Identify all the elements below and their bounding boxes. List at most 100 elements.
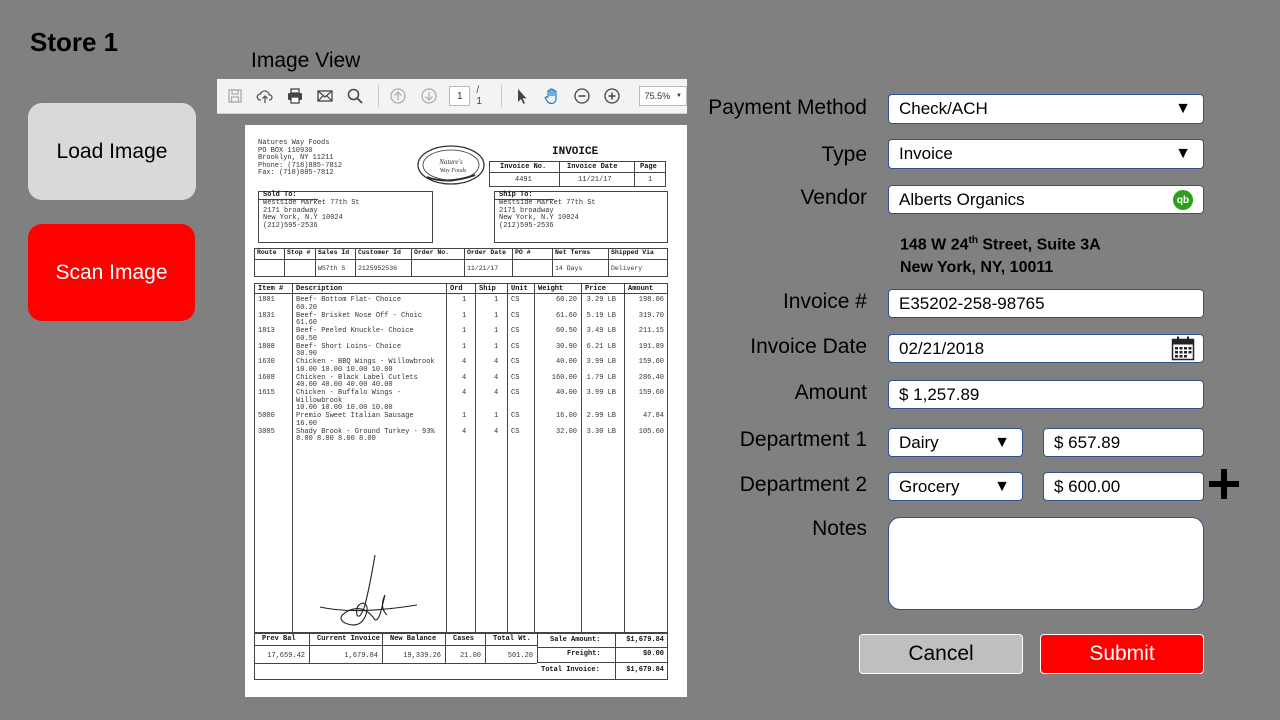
- item-weight: 40.00: [555, 389, 577, 397]
- store-title: Store 1: [30, 27, 119, 57]
- invoice-date-field[interactable]: 02/21/2018: [888, 334, 1204, 363]
- type-label: Type: [821, 143, 867, 166]
- search-icon[interactable]: [346, 86, 365, 106]
- vendor-field[interactable]: Alberts Organics qb: [888, 185, 1204, 214]
- svg-text:Way Foods: Way Foods: [440, 168, 467, 174]
- item-ord: 1: [462, 342, 467, 351]
- add-department-icon[interactable]: [1207, 467, 1241, 501]
- item-price: 5.19 LB: [586, 311, 616, 320]
- invoice-date-value: 11/21/17: [578, 176, 612, 184]
- notes-textarea[interactable]: [888, 517, 1204, 610]
- item-description: 8.00 8.00 8.00 8.00: [296, 435, 376, 444]
- department-2-amount-field[interactable]: $ 600.00: [1043, 472, 1204, 501]
- payment-method-select[interactable]: Check/ACH ▼: [888, 94, 1204, 124]
- item-description: 10.00 10.00 10.00 10.00: [296, 404, 393, 413]
- table-divider: [309, 633, 310, 663]
- invoice-number-field[interactable]: E35202-258-98765: [888, 289, 1204, 318]
- vendor-label: Vendor: [800, 186, 867, 209]
- item-ord: 4: [462, 427, 467, 436]
- total-invoice-label: Total Invoice:: [541, 666, 600, 674]
- item-description: 30.90: [296, 350, 318, 359]
- chevron-down-icon[interactable]: ▼: [994, 478, 1010, 496]
- previous-page-icon[interactable]: [389, 86, 408, 106]
- submit-button[interactable]: Submit: [1040, 634, 1204, 674]
- department-2-select[interactable]: Grocery ▼: [888, 472, 1023, 501]
- svg-text:Nature's: Nature's: [438, 158, 463, 166]
- item-description: 60.50: [296, 334, 318, 343]
- print-icon[interactable]: [285, 86, 304, 106]
- totals-value-cell: 21.00: [459, 652, 481, 660]
- item-weight: 160.00: [551, 373, 577, 382]
- item-ship: 4: [494, 389, 499, 397]
- item-unit: CS: [511, 412, 520, 420]
- amount-field[interactable]: $ 1,257.89: [888, 380, 1204, 409]
- item-description: 16.00: [296, 419, 318, 428]
- item-ship: 1: [494, 342, 499, 351]
- table-divider: [446, 283, 447, 633]
- hand-tool-icon[interactable]: [542, 86, 561, 106]
- order-header-cell: Route: [257, 249, 277, 256]
- table-divider: [512, 248, 513, 277]
- chevron-down-icon[interactable]: ▼: [1175, 145, 1191, 163]
- item-description: 61.60: [296, 319, 318, 328]
- save-icon[interactable]: [225, 86, 244, 106]
- order-header-cell: Customer Id: [358, 249, 401, 256]
- quickbooks-icon[interactable]: qb: [1173, 190, 1193, 210]
- select-pointer-icon[interactable]: [512, 86, 531, 106]
- signature: [319, 554, 418, 626]
- order-header-cell: Net Terms: [555, 249, 591, 256]
- cancel-button[interactable]: Cancel: [859, 634, 1023, 674]
- item-unit: CS: [511, 311, 520, 320]
- item-price: 6.21 LB: [586, 342, 616, 351]
- item-number: 5000: [258, 412, 275, 420]
- item-unit: CS: [511, 358, 520, 366]
- item-weight: 32.00: [555, 427, 577, 436]
- sold-to-line: (212)595-2536: [263, 221, 318, 230]
- totals-value-cell: 19,339.26: [403, 652, 441, 660]
- image-view-title: Image View: [251, 49, 361, 72]
- table-divider: [537, 633, 538, 663]
- department-1-amount-field[interactable]: $ 657.89: [1043, 428, 1204, 457]
- chevron-down-icon[interactable]: ▼: [994, 434, 1010, 452]
- order-header-cell: Stop #: [287, 249, 311, 256]
- table-divider: [464, 248, 465, 277]
- department-1-select[interactable]: Dairy ▼: [888, 428, 1023, 457]
- order-value-cell: WS7th S: [318, 265, 346, 272]
- calendar-icon[interactable]: [1171, 336, 1195, 361]
- item-amount: 47.84: [642, 412, 664, 420]
- item-number: 1831: [258, 311, 275, 320]
- department-1-label: Department 1: [739, 428, 867, 451]
- invoice-date-label: Invoice Date: [567, 163, 618, 171]
- amount-value: $ 1,257.89: [899, 384, 980, 404]
- chevron-down-icon[interactable]: ▼: [1175, 100, 1191, 118]
- order-value-cell: Delivery: [611, 265, 643, 272]
- scan-image-button[interactable]: Scan Image: [28, 224, 195, 321]
- payment-method-value: Check/ACH: [899, 99, 988, 118]
- table-divider: [445, 633, 446, 663]
- vendor-address: 148 W 24th Street, Suite 3A New York, NY…: [900, 229, 1101, 279]
- table-divider: [624, 283, 625, 633]
- item-weight: 40.00: [555, 358, 577, 366]
- item-amount: 159.60: [638, 358, 664, 366]
- table-divider: [411, 248, 412, 277]
- item-price: 3.99 LB: [586, 389, 616, 397]
- page-number-input[interactable]: 1: [449, 86, 471, 106]
- type-select[interactable]: Invoice ▼: [888, 139, 1204, 169]
- zoom-out-icon[interactable]: [572, 86, 591, 106]
- totals-header-cell: Prev Bal: [262, 635, 296, 643]
- item-number: 1808: [258, 342, 275, 351]
- next-page-icon[interactable]: [419, 86, 438, 106]
- order-header-cell: Shipped Via: [611, 249, 654, 256]
- invoice-heading: INVOICE: [552, 146, 599, 158]
- item-number: 1615: [258, 389, 275, 397]
- upload-icon[interactable]: [255, 86, 274, 106]
- zoom-select[interactable]: 75.5% ▼: [638, 86, 687, 106]
- department-1-amount-value: $ 657.89: [1054, 432, 1121, 452]
- vendor-block: Natures Way Foods PO BOX 110930 Brooklyn…: [258, 139, 342, 178]
- page-value: 1: [648, 176, 653, 184]
- order-info-table: [254, 248, 668, 277]
- load-image-button[interactable]: Load Image: [28, 103, 196, 200]
- email-icon[interactable]: [316, 86, 335, 106]
- item-ship: 4: [494, 427, 499, 436]
- zoom-in-icon[interactable]: [602, 86, 621, 106]
